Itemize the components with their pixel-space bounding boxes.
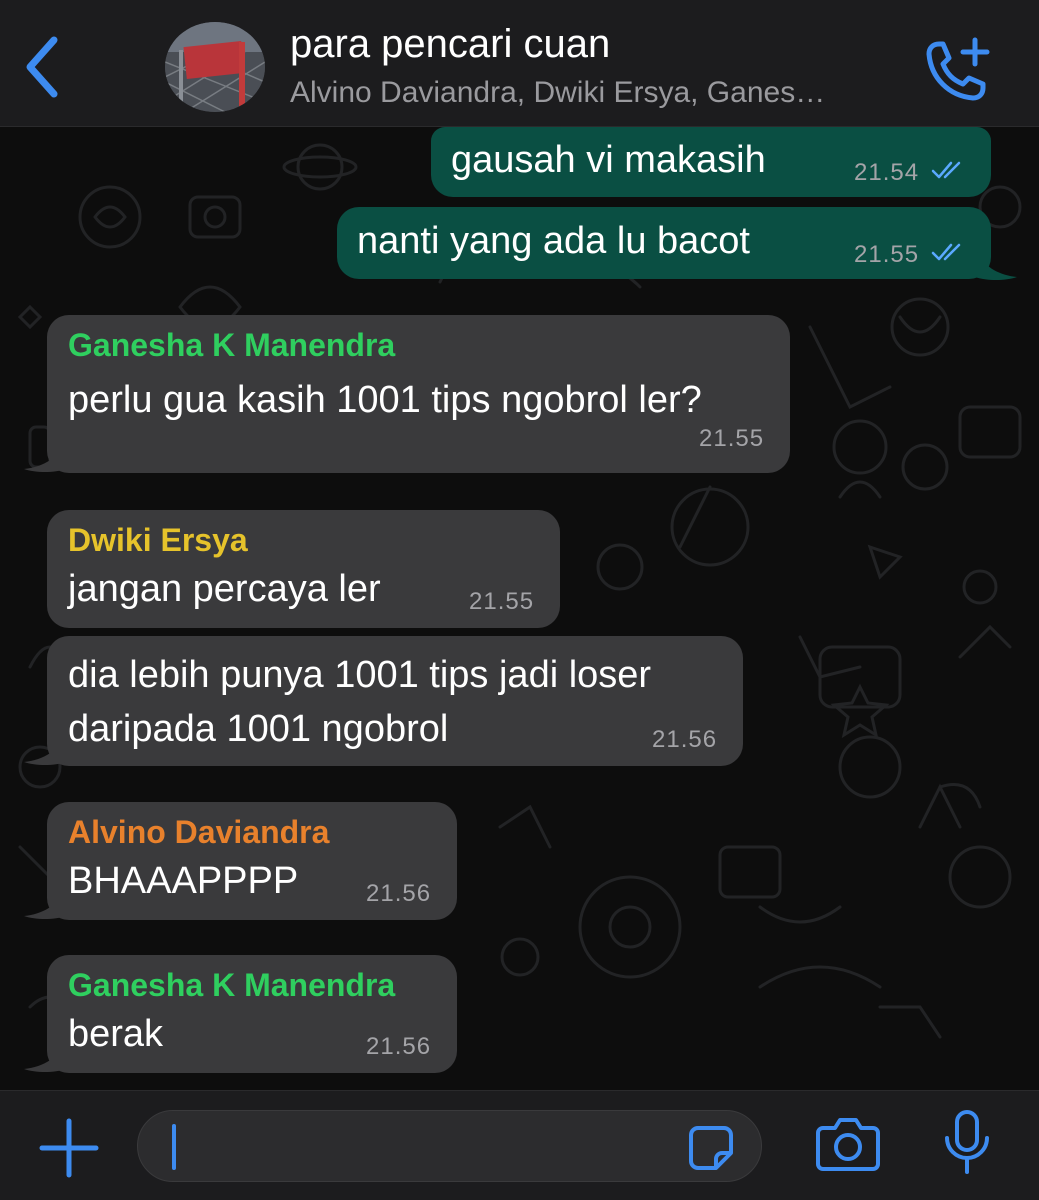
bubble-tail [24, 1039, 66, 1072]
message-time: 21.56 [366, 1033, 432, 1060]
double-check-icon [931, 243, 961, 261]
message-text: gausah vi makasih [451, 139, 766, 181]
message-time: 21.56 [366, 880, 432, 907]
bubble-tail [24, 439, 66, 472]
double-check-icon [931, 161, 961, 179]
add-call-icon[interactable] [915, 34, 995, 104]
incoming-message[interactable]: Dwiki Ersya jangan percaya ler 21.55 [47, 510, 560, 628]
message-input[interactable] [137, 1110, 762, 1182]
chat-title[interactable]: para pencari cuan [290, 22, 610, 67]
incoming-message[interactable]: Ganesha K Manendra berak 21.56 [47, 955, 457, 1073]
sender-name[interactable]: Ganesha K Manendra [68, 327, 395, 364]
message-text: perlu gua kasih 1001 tips ngobrol ler? [68, 379, 702, 421]
sender-name[interactable]: Dwiki Ersya [68, 522, 248, 559]
incoming-message[interactable]: dia lebih punya 1001 tips jadi loser dar… [47, 636, 743, 766]
message-time: 21.56 [652, 726, 718, 753]
chat-area[interactable]: gausah vi makasih 21.54 nanti yang ada l… [0, 127, 1039, 1090]
message-time: 21.55 [469, 588, 535, 615]
message-text: jangan percaya ler [68, 568, 381, 610]
message-text: berak [68, 1013, 164, 1055]
message-time: 21.55 [854, 241, 920, 268]
text-cursor [172, 1124, 176, 1170]
sender-name[interactable]: Alvino Daviandra [68, 814, 329, 851]
sticker-icon[interactable] [688, 1125, 734, 1171]
message-text-line: dia lebih punya 1001 tips jadi loser [68, 654, 652, 696]
outgoing-message[interactable]: gausah vi makasih 21.54 [431, 127, 991, 197]
incoming-message[interactable]: Alvino Daviandra BHAAAPPPP 21.56 [47, 802, 457, 920]
message-text: nanti yang ada lu bacot [357, 220, 750, 262]
bubble-tail [24, 732, 66, 765]
sender-name[interactable]: Ganesha K Manendra [68, 967, 395, 1004]
plus-icon[interactable] [38, 1117, 100, 1179]
message-time: 21.55 [699, 425, 765, 452]
composer-bar [0, 1090, 1039, 1200]
chat-header: para pencari cuan Alvino Daviandra, Dwik… [0, 0, 1039, 127]
incoming-message[interactable]: Ganesha K Manendra perlu gua kasih 1001 … [47, 315, 790, 473]
message-text-line: daripada 1001 ngobrol [68, 708, 449, 750]
back-chevron-icon[interactable] [18, 32, 68, 102]
bubble-tail [975, 247, 1017, 280]
camera-icon[interactable] [815, 1114, 881, 1174]
microphone-icon[interactable] [940, 1108, 994, 1178]
outgoing-message[interactable]: nanti yang ada lu bacot 21.55 [337, 207, 991, 279]
group-avatar[interactable] [165, 22, 265, 112]
bubble-tail [24, 886, 66, 919]
group-members[interactable]: Alvino Daviandra, Dwiki Ersya, Ganes… [290, 76, 825, 110]
message-time: 21.54 [854, 159, 920, 186]
message-text: BHAAAPPPP [68, 860, 299, 902]
